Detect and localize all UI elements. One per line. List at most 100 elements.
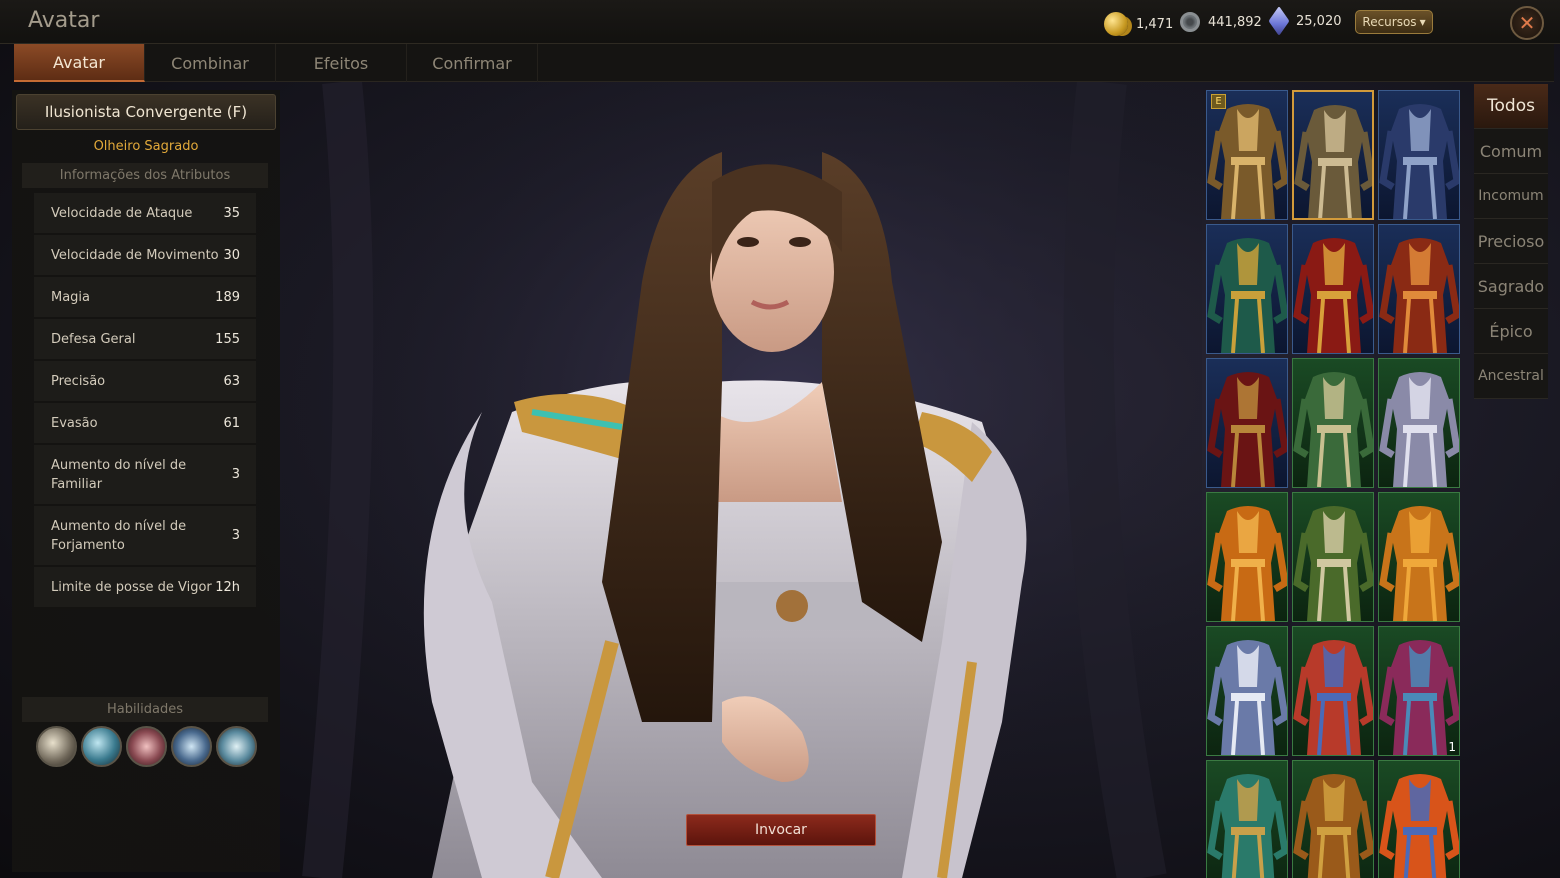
close-button[interactable]: ✕ xyxy=(1510,6,1544,40)
ice-crystal-skill-icon[interactable] xyxy=(216,726,257,767)
attribute-row: Aumento do nível de Familiar 3 xyxy=(34,445,256,506)
filter-precioso[interactable]: Precioso xyxy=(1474,219,1548,264)
gold-coin-icon xyxy=(1104,12,1128,36)
attribute-row: Aumento do nível de Forjamento 3 xyxy=(34,506,256,567)
class-name: Ilusionista Convergente (F) xyxy=(16,94,276,130)
avatar-item[interactable] xyxy=(1206,224,1288,354)
avatar-item[interactable] xyxy=(1378,90,1460,220)
avatar-costume-thumbnail xyxy=(1379,238,1459,353)
avatar-costume-thumbnail xyxy=(1379,372,1459,487)
attribute-row: Precisão 63 xyxy=(34,361,256,403)
filter-epico[interactable]: Épico xyxy=(1474,309,1548,354)
avatar-item[interactable]: E xyxy=(1206,90,1288,220)
avatar-costume-thumbnail xyxy=(1293,640,1373,755)
avatar-item[interactable] xyxy=(1292,492,1374,622)
attribute-value: 35 xyxy=(223,205,240,221)
avatar-costume-thumbnail xyxy=(1293,238,1373,353)
avatar-costume-thumbnail xyxy=(1379,774,1459,878)
lightning-skill-icon[interactable] xyxy=(81,726,122,767)
avatar-costume-thumbnail xyxy=(1207,372,1287,487)
attribute-row: Limite de posse de Vigor 12h xyxy=(34,567,256,609)
attribute-row: Evasão 61 xyxy=(34,403,256,445)
silver-amount: 441,892 xyxy=(1208,14,1262,30)
attribute-row: Magia 189 xyxy=(34,277,256,319)
skill-list xyxy=(36,726,257,767)
filter-todos[interactable]: Todos xyxy=(1474,84,1548,129)
flame-skill-icon[interactable] xyxy=(126,726,167,767)
main-tabs: Avatar Combinar Efeitos Confirmar xyxy=(14,44,1554,82)
avatar-costume-thumbnail xyxy=(1379,640,1459,755)
avatar-item[interactable] xyxy=(1292,358,1374,488)
frost-orb-skill-icon[interactable] xyxy=(171,726,212,767)
avatar-item[interactable] xyxy=(1206,358,1288,488)
avatar-item[interactable] xyxy=(1292,90,1374,220)
crystal-icon xyxy=(1268,6,1290,36)
avatar-costume-thumbnail xyxy=(1293,774,1373,878)
avatar-grade: Olheiro Sagrado xyxy=(93,139,199,154)
avatar-item[interactable] xyxy=(1206,626,1288,756)
tab-efeitos[interactable]: Efeitos xyxy=(276,44,407,82)
attribute-name: Limite de posse de Vigor xyxy=(51,579,212,595)
avatar-item[interactable] xyxy=(1378,492,1460,622)
attribute-value: 3 xyxy=(231,467,240,482)
attribute-value: 61 xyxy=(223,415,240,431)
gold-amount: 1,471 xyxy=(1136,16,1174,32)
attribute-value: 3 xyxy=(231,528,240,543)
avatar-item[interactable] xyxy=(1206,492,1288,622)
attribute-name: Precisão xyxy=(51,373,106,389)
attribute-list: Velocidade de Ataque 35 Velocidade de Mo… xyxy=(34,193,256,609)
tab-avatar[interactable]: Avatar xyxy=(14,44,145,82)
resources-label: Recursos xyxy=(1362,15,1417,29)
avatar-item[interactable] xyxy=(1378,224,1460,354)
avatar-item[interactable]: 1 xyxy=(1378,626,1460,756)
resources-dropdown-button[interactable]: Recursos ▾ xyxy=(1355,10,1433,34)
avatar-item[interactable] xyxy=(1292,760,1374,878)
summon-button[interactable]: Invocar xyxy=(686,814,876,846)
filter-ancestral[interactable]: Ancestral xyxy=(1474,354,1548,399)
attribute-row: Velocidade de Movimento 30 xyxy=(34,235,256,277)
skills-header: Habilidades xyxy=(22,697,268,722)
tab-combinar[interactable]: Combinar xyxy=(145,44,276,82)
avatar-costume-thumbnail xyxy=(1207,104,1287,219)
attributes-header: Informações dos Atributos xyxy=(22,163,268,188)
crystal-amount: 25,020 xyxy=(1296,13,1342,29)
attribute-name: Velocidade de Movimento xyxy=(51,247,219,263)
top-bar: Avatar 1,471 441,892 25,020 Recursos ▾ ✕ xyxy=(0,0,1560,44)
avatar-grid: E 1 xyxy=(1206,90,1462,878)
avatar-costume-thumbnail xyxy=(1379,506,1459,621)
equipped-badge: E xyxy=(1211,94,1226,109)
wind-skill-icon[interactable] xyxy=(36,726,77,767)
caret-down-icon: ▾ xyxy=(1419,15,1426,29)
character-preview[interactable] xyxy=(282,82,1202,878)
avatar-costume-thumbnail xyxy=(1207,640,1287,755)
avatar-costume-thumbnail xyxy=(1293,506,1373,621)
attribute-name: Evasão xyxy=(51,415,98,431)
silver-coin-icon xyxy=(1180,12,1200,32)
avatar-costume-thumbnail xyxy=(1294,105,1372,218)
avatar-quantity: 1 xyxy=(1448,740,1456,754)
avatar-item[interactable] xyxy=(1206,760,1288,878)
avatar-item[interactable] xyxy=(1378,358,1460,488)
avatar-screen: Avatar 1,471 441,892 25,020 Recursos ▾ ✕… xyxy=(0,0,1560,878)
attribute-row: Defesa Geral 155 xyxy=(34,319,256,361)
avatar-costume-thumbnail xyxy=(1207,238,1287,353)
silver-currency: 441,892 xyxy=(1180,12,1262,32)
filter-sagrado[interactable]: Sagrado xyxy=(1474,264,1548,309)
attribute-value: 12h xyxy=(215,579,240,595)
attribute-name: Aumento do nível de Forjamento xyxy=(51,518,187,553)
avatar-costume-thumbnail xyxy=(1207,506,1287,621)
grade-filter-list: Todos Comum Incomum Precioso Sagrado Épi… xyxy=(1474,84,1548,399)
attribute-value: 155 xyxy=(215,331,240,347)
attribute-name: Defesa Geral xyxy=(51,331,136,347)
attribute-name: Aumento do nível de Familiar xyxy=(51,457,187,492)
avatar-item[interactable] xyxy=(1378,760,1460,878)
avatar-item[interactable] xyxy=(1292,224,1374,354)
filter-comum[interactable]: Comum xyxy=(1474,129,1548,174)
avatar-costume-thumbnail xyxy=(1379,104,1459,219)
crystal-currency: 25,020 xyxy=(1268,6,1342,36)
avatar-item[interactable] xyxy=(1292,626,1374,756)
avatar-costume-thumbnail xyxy=(1207,774,1287,878)
window-title: Avatar xyxy=(28,8,100,33)
filter-incomum[interactable]: Incomum xyxy=(1474,174,1548,219)
tab-confirmar[interactable]: Confirmar xyxy=(407,44,538,82)
